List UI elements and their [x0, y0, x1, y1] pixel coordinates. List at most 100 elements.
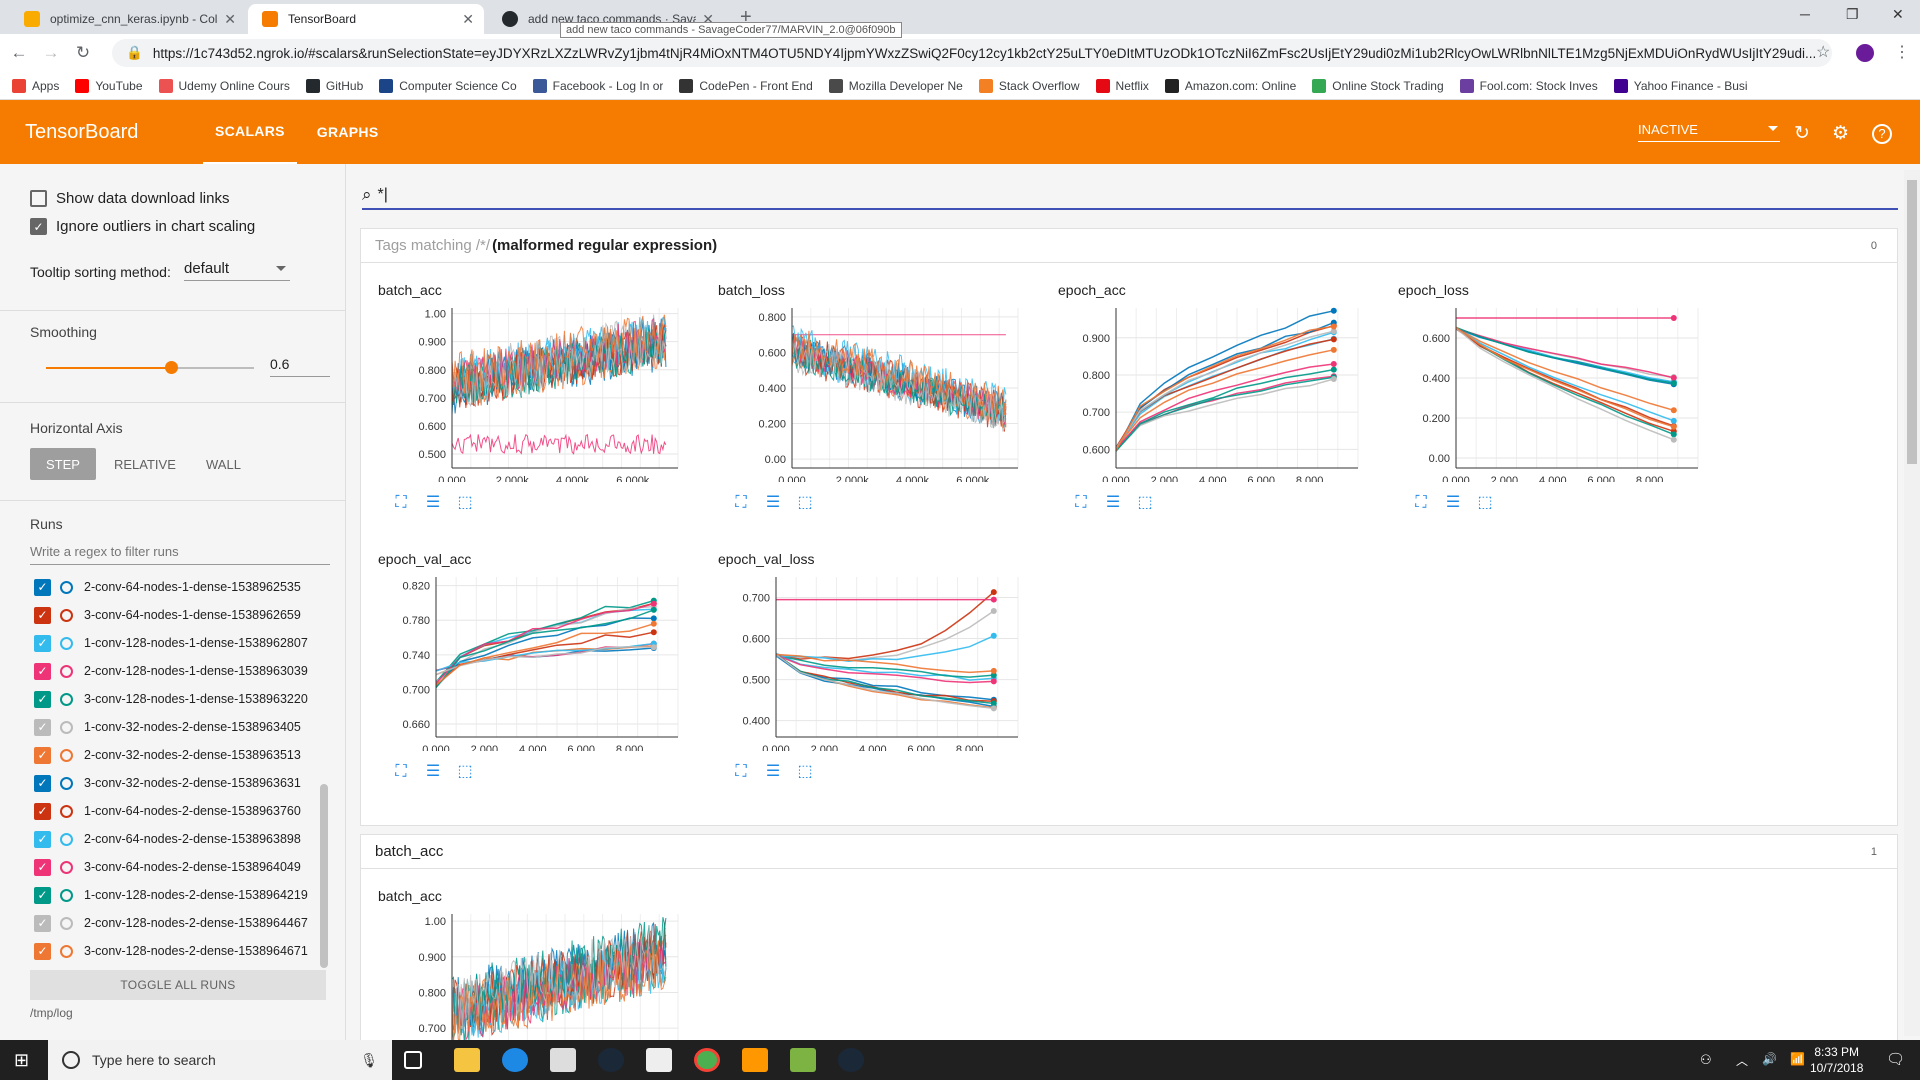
- run-item[interactable]: ✓ 2-conv-128-nodes-1-dense-1538963039: [34, 660, 308, 682]
- gear-icon[interactable]: ⚙: [1832, 122, 1849, 145]
- fit-domain-icon[interactable]: ⬚: [1476, 494, 1494, 512]
- store-icon[interactable]: [550, 1048, 576, 1072]
- chevron-up-icon[interactable]: ︿: [1736, 1052, 1748, 1069]
- help-icon[interactable]: ?: [1872, 124, 1892, 144]
- run-radio[interactable]: [60, 832, 73, 846]
- axis-relative-button[interactable]: RELATIVE: [102, 448, 188, 480]
- fit-domain-icon[interactable]: ⬚: [456, 763, 474, 781]
- run-checkbox[interactable]: ✓: [34, 746, 51, 764]
- tag-group-header[interactable]: Tags matching /*/ (malformed regular exp…: [361, 229, 1897, 263]
- fit-domain-icon[interactable]: ⬚: [796, 494, 814, 512]
- run-item[interactable]: ✓ 2-conv-32-nodes-2-dense-1538963513: [34, 744, 301, 766]
- browser-tab-colab[interactable]: optimize_cnn_keras.ipynb - Cola ✕: [10, 4, 246, 34]
- bookmark-item[interactable]: Facebook - Log In or: [532, 78, 663, 93]
- run-item[interactable]: ✓ 3-conv-32-nodes-2-dense-1538963631: [34, 772, 301, 794]
- run-checkbox[interactable]: ✓: [34, 718, 51, 736]
- tooltip-sort-select[interactable]: default: [184, 260, 290, 281]
- browser-tab-tensorboard[interactable]: TensorBoard ✕: [248, 4, 484, 34]
- tag-filter-input[interactable]: ⌕ *|: [362, 182, 1898, 210]
- run-item[interactable]: ✓ 2-conv-64-nodes-2-dense-1538963898: [34, 828, 301, 850]
- volume-icon[interactable]: 🔊: [1762, 1052, 1777, 1066]
- scalar-chart[interactable]: batch_acc 1.00 0.900 0.800 0.700 0.600 0.500 0.…: [378, 282, 708, 542]
- chrome-icon[interactable]: [694, 1048, 720, 1072]
- run-checkbox[interactable]: ✓: [34, 802, 51, 820]
- run-checkbox[interactable]: ✓: [34, 662, 51, 680]
- run-checkbox[interactable]: ✓: [34, 690, 51, 708]
- run-checkbox[interactable]: ✓: [34, 886, 51, 904]
- scalar-chart[interactable]: epoch_acc 0.900 0.800 0.700 0.600 0.000 2.000 4…: [1058, 282, 1388, 542]
- data-series-icon[interactable]: ☰: [424, 494, 442, 512]
- url-field[interactable]: 🔒 https://1c743d52.ngrok.io/#scalars&run…: [112, 39, 1832, 67]
- expand-icon[interactable]: ⛶: [732, 763, 750, 781]
- reload-icon[interactable]: ↻: [70, 43, 96, 63]
- data-series-icon[interactable]: ☰: [1444, 494, 1462, 512]
- data-series-icon[interactable]: ☰: [1104, 494, 1122, 512]
- bookmark-star-icon[interactable]: ☆: [1816, 42, 1830, 62]
- run-item[interactable]: ✓ 1-conv-64-nodes-2-dense-1538963760: [34, 800, 301, 822]
- run-radio[interactable]: [60, 888, 73, 902]
- avatar[interactable]: [1856, 44, 1874, 62]
- menu-icon[interactable]: ⋮: [1894, 42, 1910, 62]
- bookmark-item[interactable]: Mozilla Developer Ne: [828, 78, 963, 93]
- run-radio[interactable]: [60, 692, 73, 706]
- expand-icon[interactable]: ⛶: [1072, 494, 1090, 512]
- run-radio[interactable]: [60, 748, 73, 762]
- bookmark-item[interactable]: Apps: [12, 78, 59, 93]
- run-radio[interactable]: [60, 804, 73, 818]
- bookmark-item[interactable]: CodePen - Front End: [679, 78, 813, 93]
- smoothing-input[interactable]: 0.6: [270, 356, 330, 377]
- run-checkbox[interactable]: ✓: [34, 606, 51, 624]
- run-item[interactable]: ✓ 3-conv-64-nodes-2-dense-1538964049: [34, 856, 301, 878]
- windows-start-icon[interactable]: ⊞: [14, 1050, 29, 1071]
- run-checkbox[interactable]: ✓: [34, 914, 51, 932]
- microphone-icon[interactable]: 🎙: [360, 1052, 378, 1069]
- run-status-dropdown[interactable]: INACTIVE: [1638, 122, 1780, 142]
- data-series-icon[interactable]: ☰: [764, 494, 782, 512]
- steam-icon[interactable]: [838, 1048, 864, 1072]
- clock[interactable]: 8:33 PM 10/7/2018: [1810, 1044, 1863, 1076]
- refresh-icon[interactable]: ↻: [1794, 122, 1810, 145]
- runs-scrollbar[interactable]: [320, 784, 328, 968]
- expand-icon[interactable]: ⛶: [392, 494, 410, 512]
- run-checkbox[interactable]: ✓: [34, 942, 51, 960]
- scalar-chart[interactable]: epoch_val_acc 0.820 0.780 0.740 0.700 0.660 0.…: [378, 551, 708, 811]
- taskbar-search[interactable]: Type here to search 🎙: [48, 1040, 392, 1080]
- notifications-icon[interactable]: 🗨: [1886, 1050, 1905, 1068]
- checkbox-checked-icon[interactable]: ✓: [30, 218, 47, 235]
- run-item[interactable]: ✓ 2-conv-128-nodes-2-dense-1538964467: [34, 912, 308, 934]
- steam-icon[interactable]: [598, 1048, 624, 1072]
- page-scrollbar[interactable]: [1904, 170, 1920, 1036]
- run-radio[interactable]: [60, 608, 73, 622]
- forward-icon[interactable]: →: [38, 43, 64, 63]
- close-icon[interactable]: ✕: [462, 11, 474, 28]
- minimize-icon[interactable]: ─: [1800, 6, 1810, 22]
- bookmark-item[interactable]: Online Stock Trading: [1312, 78, 1444, 93]
- run-radio[interactable]: [60, 944, 73, 958]
- run-radio[interactable]: [60, 636, 73, 650]
- run-item[interactable]: ✓ 1-conv-128-nodes-1-dense-1538962807: [34, 632, 308, 654]
- mail-icon[interactable]: [646, 1048, 672, 1072]
- run-item[interactable]: ✓ 1-conv-128-nodes-2-dense-1538964219: [34, 884, 308, 906]
- tab-scalars[interactable]: SCALARS: [203, 100, 297, 164]
- bookmark-item[interactable]: GitHub: [305, 78, 363, 93]
- run-checkbox[interactable]: ✓: [34, 774, 51, 792]
- network-icon[interactable]: 📶: [1790, 1052, 1805, 1066]
- run-radio[interactable]: [60, 860, 73, 874]
- window-close-icon[interactable]: ✕: [1892, 6, 1904, 23]
- expand-icon[interactable]: ⛶: [1412, 494, 1430, 512]
- edge-icon[interactable]: [502, 1048, 528, 1072]
- run-radio[interactable]: [60, 916, 73, 930]
- fit-domain-icon[interactable]: ⬚: [1136, 494, 1154, 512]
- bookmark-item[interactable]: Udemy Online Cours: [158, 78, 290, 93]
- people-icon[interactable]: ⚇: [1700, 1052, 1712, 1068]
- expand-icon[interactable]: ⛶: [392, 763, 410, 781]
- expand-icon[interactable]: ⛶: [732, 494, 750, 512]
- close-icon[interactable]: ✕: [224, 11, 236, 28]
- tag-group-header[interactable]: batch_acc 1: [361, 835, 1897, 869]
- run-item[interactable]: ✓ 2-conv-64-nodes-1-dense-1538962535: [34, 576, 301, 598]
- run-checkbox[interactable]: ✓: [34, 634, 51, 652]
- scalar-chart[interactable]: epoch_loss 0.600 0.400 0.200 0.00 0.000 2.000 4…: [1398, 282, 1728, 542]
- data-series-icon[interactable]: ☰: [764, 763, 782, 781]
- bookmark-item[interactable]: Fool.com: Stock Inves: [1459, 78, 1598, 93]
- run-checkbox[interactable]: ✓: [34, 858, 51, 876]
